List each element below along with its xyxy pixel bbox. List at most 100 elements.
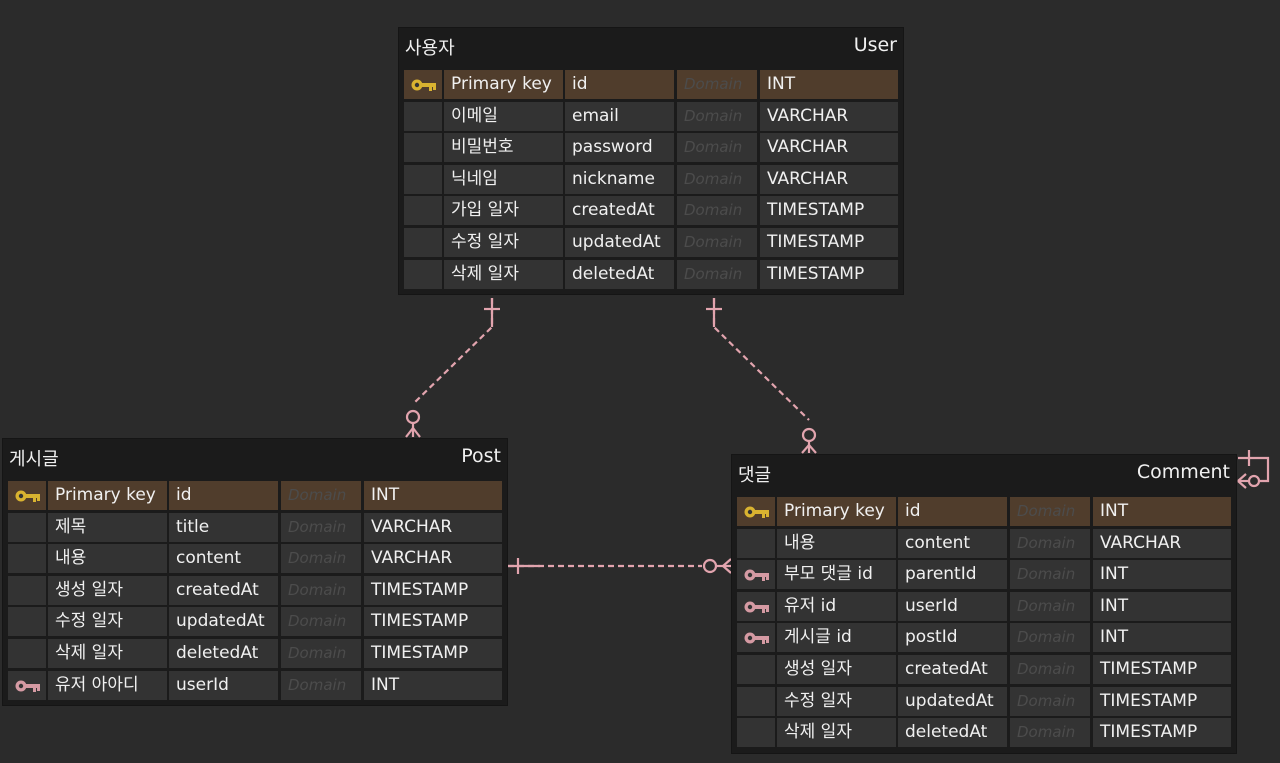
column-physical-name[interactable]: id: [169, 481, 278, 510]
column-logical-name[interactable]: 삭제 일자: [48, 638, 167, 668]
column-row[interactable]: 생성 일자 createdAt Domain TIMESTAMP: [8, 575, 502, 605]
column-logical-name[interactable]: 수정 일자: [48, 607, 167, 637]
column-logical-name[interactable]: 가입 일자: [444, 196, 563, 226]
column-domain[interactable]: Domain: [281, 575, 361, 605]
column-row[interactable]: 비밀번호 password Domain VARCHAR: [404, 133, 898, 163]
entity-comment[interactable]: 댓글 Comment Primary key id Domain INT 내용 conte…: [731, 454, 1237, 754]
column-logical-name[interactable]: 게시글 id: [777, 623, 896, 653]
column-data-type[interactable]: TIMESTAMP: [364, 607, 502, 637]
column-physical-name[interactable]: content: [898, 528, 1007, 558]
column-row[interactable]: 내용 content Domain VARCHAR: [8, 544, 502, 574]
column-physical-name[interactable]: parentId: [898, 560, 1007, 590]
column-logical-name[interactable]: 수정 일자: [777, 686, 896, 716]
relation-comment-self[interactable]: [1237, 450, 1270, 489]
column-logical-name[interactable]: 유저 id: [777, 591, 896, 621]
column-domain[interactable]: Domain: [1010, 591, 1090, 621]
column-row[interactable]: 닉네임 nickname Domain VARCHAR: [404, 164, 898, 194]
column-logical-name[interactable]: 삭제 일자: [777, 718, 896, 748]
column-domain[interactable]: Domain: [677, 227, 757, 257]
column-data-type[interactable]: TIMESTAMP: [364, 638, 502, 668]
column-row[interactable]: 삭제 일자 deletedAt Domain TIMESTAMP: [8, 638, 502, 668]
column-domain[interactable]: Domain: [677, 259, 757, 289]
column-row[interactable]: 제목 title Domain VARCHAR: [8, 512, 502, 542]
column-logical-name[interactable]: 비밀번호: [444, 133, 563, 163]
column-domain[interactable]: Domain: [1010, 528, 1090, 558]
column-domain[interactable]: Domain: [677, 133, 757, 163]
column-row[interactable]: Primary key id Domain INT: [737, 497, 1231, 526]
column-data-type[interactable]: TIMESTAMP: [364, 575, 502, 605]
column-domain[interactable]: Domain: [1010, 497, 1090, 526]
column-logical-name[interactable]: 제목: [48, 512, 167, 542]
column-logical-name[interactable]: 부모 댓글 id: [777, 560, 896, 590]
column-row[interactable]: 수정 일자 updatedAt Domain TIMESTAMP: [737, 686, 1231, 716]
column-physical-name[interactable]: id: [565, 70, 674, 99]
column-domain[interactable]: Domain: [281, 670, 361, 700]
column-data-type[interactable]: INT: [1093, 560, 1231, 590]
column-logical-name[interactable]: 유저 아아디: [48, 670, 167, 700]
entity-user[interactable]: 사용자 User Primary key id Domain INT 이메일 email D…: [398, 27, 904, 295]
column-domain[interactable]: Domain: [1010, 686, 1090, 716]
column-row[interactable]: 생성 일자 createdAt Domain TIMESTAMP: [737, 654, 1231, 684]
column-physical-name[interactable]: password: [565, 133, 674, 163]
column-data-type[interactable]: TIMESTAMP: [1093, 654, 1231, 684]
column-row[interactable]: 수정 일자 updatedAt Domain TIMESTAMP: [404, 227, 898, 257]
column-physical-name[interactable]: title: [169, 512, 278, 542]
column-data-type[interactable]: VARCHAR: [364, 544, 502, 574]
column-physical-name[interactable]: userId: [898, 591, 1007, 621]
column-domain[interactable]: Domain: [1010, 718, 1090, 748]
column-row[interactable]: 삭제 일자 deletedAt Domain TIMESTAMP: [737, 718, 1231, 748]
column-row[interactable]: 유저 id userId Domain INT: [737, 591, 1231, 621]
column-physical-name[interactable]: content: [169, 544, 278, 574]
column-physical-name[interactable]: createdAt: [898, 654, 1007, 684]
column-data-type[interactable]: INT: [1093, 497, 1231, 526]
column-row[interactable]: Primary key id Domain INT: [8, 481, 502, 510]
column-row[interactable]: 내용 content Domain VARCHAR: [737, 528, 1231, 558]
column-physical-name[interactable]: deletedAt: [898, 718, 1007, 748]
column-data-type[interactable]: TIMESTAMP: [760, 259, 898, 289]
column-data-type[interactable]: INT: [1093, 591, 1231, 621]
column-data-type[interactable]: VARCHAR: [364, 512, 502, 542]
column-domain[interactable]: Domain: [677, 196, 757, 226]
column-data-type[interactable]: INT: [760, 70, 898, 99]
column-logical-name[interactable]: Primary key: [444, 70, 563, 99]
column-data-type[interactable]: VARCHAR: [760, 101, 898, 131]
column-row[interactable]: 부모 댓글 id parentId Domain INT: [737, 560, 1231, 590]
relation-user-post-line[interactable]: [412, 298, 494, 405]
column-row[interactable]: 가입 일자 createdAt Domain TIMESTAMP: [404, 196, 898, 226]
column-domain[interactable]: Domain: [281, 481, 361, 510]
column-physical-name[interactable]: updatedAt: [565, 227, 674, 257]
column-data-type[interactable]: INT: [364, 670, 502, 700]
column-logical-name[interactable]: Primary key: [48, 481, 167, 510]
column-data-type[interactable]: TIMESTAMP: [1093, 686, 1231, 716]
column-domain[interactable]: Domain: [677, 70, 757, 99]
column-physical-name[interactable]: userId: [169, 670, 278, 700]
column-data-type[interactable]: TIMESTAMP: [760, 227, 898, 257]
column-row[interactable]: 이메일 email Domain VARCHAR: [404, 101, 898, 131]
column-physical-name[interactable]: deletedAt: [169, 638, 278, 668]
column-logical-name[interactable]: 내용: [777, 528, 896, 558]
column-row[interactable]: Primary key id Domain INT: [404, 70, 898, 99]
column-row[interactable]: 게시글 id postId Domain INT: [737, 623, 1231, 653]
column-physical-name[interactable]: createdAt: [169, 575, 278, 605]
column-logical-name[interactable]: Primary key: [777, 497, 896, 526]
column-domain[interactable]: Domain: [677, 101, 757, 131]
column-data-type[interactable]: TIMESTAMP: [1093, 718, 1231, 748]
column-physical-name[interactable]: updatedAt: [898, 686, 1007, 716]
column-data-type[interactable]: INT: [1093, 623, 1231, 653]
column-data-type[interactable]: VARCHAR: [1093, 528, 1231, 558]
column-domain[interactable]: Domain: [1010, 623, 1090, 653]
column-row[interactable]: 삭제 일자 deletedAt Domain TIMESTAMP: [404, 259, 898, 289]
column-domain[interactable]: Domain: [281, 512, 361, 542]
column-data-type[interactable]: VARCHAR: [760, 133, 898, 163]
column-physical-name[interactable]: postId: [898, 623, 1007, 653]
column-logical-name[interactable]: 삭제 일자: [444, 259, 563, 289]
column-row[interactable]: 유저 아아디 userId Domain INT: [8, 670, 502, 700]
column-physical-name[interactable]: nickname: [565, 164, 674, 194]
column-logical-name[interactable]: 수정 일자: [444, 227, 563, 257]
column-domain[interactable]: Domain: [677, 164, 757, 194]
column-logical-name[interactable]: 생성 일자: [777, 654, 896, 684]
column-data-type[interactable]: VARCHAR: [760, 164, 898, 194]
column-domain[interactable]: Domain: [281, 607, 361, 637]
column-row[interactable]: 수정 일자 updatedAt Domain TIMESTAMP: [8, 607, 502, 637]
column-data-type[interactable]: TIMESTAMP: [760, 196, 898, 226]
